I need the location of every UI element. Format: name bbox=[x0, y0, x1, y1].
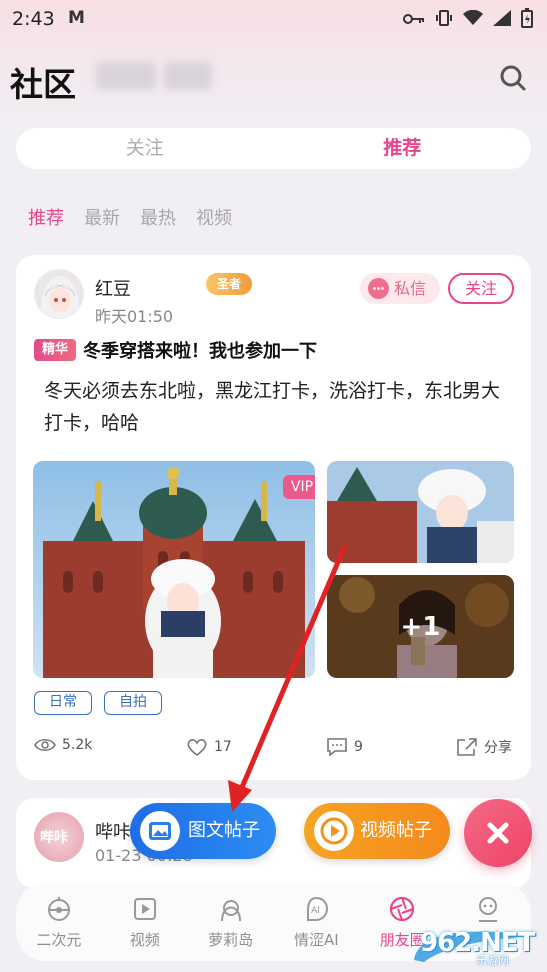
nav-label: 情涩AI bbox=[294, 931, 339, 949]
like-count: 17 bbox=[214, 739, 232, 755]
image-text-post-button[interactable]: 图文帖子 bbox=[130, 803, 276, 859]
close-button[interactable] bbox=[464, 799, 532, 867]
share-icon bbox=[457, 738, 477, 756]
post-image[interactable] bbox=[327, 461, 514, 563]
featured-badge: 精华 bbox=[34, 339, 76, 361]
gmail-icon: M bbox=[68, 8, 85, 28]
image-text-post-label: 图文帖子 bbox=[188, 820, 260, 841]
tab-follow[interactable]: 关注 bbox=[16, 128, 274, 169]
post-title[interactable]: 冬季穿搭来啦！我也参加一下 bbox=[83, 337, 317, 363]
svg-text:哔咔: 哔咔 bbox=[40, 829, 68, 846]
subtab-hottest[interactable]: 最热 bbox=[140, 204, 176, 230]
view-count-value: 5.2k bbox=[62, 737, 93, 753]
view-count: 5.2k bbox=[34, 737, 92, 753]
nav-label: 二次元 bbox=[36, 931, 82, 949]
nav-item-ai[interactable]: AI 情涩AI bbox=[273, 883, 359, 961]
play-circle-icon bbox=[314, 811, 354, 851]
share-button[interactable]: 分享 bbox=[456, 737, 512, 757]
wifi-icon bbox=[463, 9, 483, 30]
more-images-overlay[interactable]: +1 bbox=[327, 575, 514, 678]
nav-label: 萝莉岛 bbox=[208, 931, 254, 949]
subtab-recommend[interactable]: 推荐 bbox=[28, 204, 64, 230]
post-card[interactable]: 哔咔 哔咔 01-23 00:28 bbox=[16, 798, 531, 888]
chat-bubble-icon bbox=[368, 278, 389, 299]
watermark-sub: 乐游网 bbox=[476, 954, 509, 967]
follow-button[interactable]: 关注 bbox=[448, 273, 514, 304]
post-time: 昨天01:50 bbox=[95, 307, 174, 326]
blurred-info bbox=[164, 62, 212, 90]
avatar[interactable]: 哔咔 bbox=[34, 812, 84, 862]
video-post-button[interactable]: 视频帖子 bbox=[304, 803, 450, 859]
video-post-label: 视频帖子 bbox=[360, 820, 432, 841]
status-bar: 2:43 M bbox=[0, 0, 547, 36]
medal-badge: 圣者 bbox=[206, 273, 252, 295]
profile-icon bbox=[479, 897, 498, 922]
page-title: 社区 bbox=[10, 65, 76, 104]
subtab-latest[interactable]: 最新 bbox=[84, 204, 120, 230]
key-icon bbox=[403, 11, 425, 30]
aperture-icon bbox=[390, 896, 415, 922]
post-image[interactable]: VIP bbox=[33, 461, 315, 678]
heart-icon bbox=[187, 739, 207, 757]
user-name[interactable]: 红豆 bbox=[95, 275, 131, 301]
status-time: 2:43 bbox=[12, 8, 55, 30]
topic-tag[interactable]: 自拍 bbox=[104, 691, 162, 715]
vibrate-icon bbox=[435, 9, 453, 31]
nav-item-video[interactable]: 视频 bbox=[102, 883, 188, 961]
message-label: 私信 bbox=[394, 279, 427, 298]
message-button[interactable]: 私信 bbox=[360, 273, 440, 304]
sub-tabs: 推荐 最新 最热 视频 bbox=[28, 204, 232, 230]
like-button[interactable]: 17 bbox=[186, 737, 232, 757]
status-icons bbox=[403, 8, 533, 32]
comment-button[interactable]: 9 bbox=[326, 737, 363, 757]
search-button[interactable] bbox=[497, 62, 529, 94]
post-card[interactable]: 红豆 圣者 昨天01:50 私信 关注 精华 冬季穿搭来啦！我也参加一下 冬天必… bbox=[16, 255, 531, 780]
ai-icon: AI bbox=[307, 896, 329, 921]
avatar[interactable] bbox=[34, 269, 84, 319]
comment-icon bbox=[327, 738, 347, 757]
subtab-video[interactable]: 视频 bbox=[196, 204, 232, 230]
share-label: 分享 bbox=[484, 740, 512, 756]
search-icon bbox=[500, 65, 526, 91]
play-icon bbox=[133, 898, 156, 920]
post-image[interactable]: +1 bbox=[327, 575, 514, 678]
nav-item-anime[interactable]: 二次元 bbox=[16, 883, 102, 961]
svg-text:AI: AI bbox=[311, 906, 320, 916]
post-body[interactable]: 冬天必须去东北啦，黑龙江打卡，洗浴打卡，东北男大打卡，哈哈 bbox=[44, 375, 514, 439]
close-icon bbox=[487, 822, 509, 844]
tab-recommend[interactable]: 推荐 bbox=[274, 128, 532, 169]
girl-icon bbox=[220, 900, 241, 922]
eye-icon bbox=[34, 738, 56, 752]
comment-count: 9 bbox=[354, 739, 363, 755]
topic-tag[interactable]: 日常 bbox=[34, 691, 92, 715]
vip-badge: VIP bbox=[283, 475, 315, 499]
alien-icon bbox=[47, 897, 70, 921]
signal-icon bbox=[493, 10, 511, 30]
top-tab-switch: 关注 推荐 bbox=[16, 128, 531, 169]
nav-label: 视频 bbox=[129, 931, 160, 949]
blurred-info bbox=[96, 62, 156, 90]
user-name[interactable]: 哔咔 bbox=[95, 818, 131, 844]
battery-icon bbox=[521, 8, 533, 32]
image-icon bbox=[140, 811, 180, 851]
nav-item-island[interactable]: 萝莉岛 bbox=[188, 883, 274, 961]
